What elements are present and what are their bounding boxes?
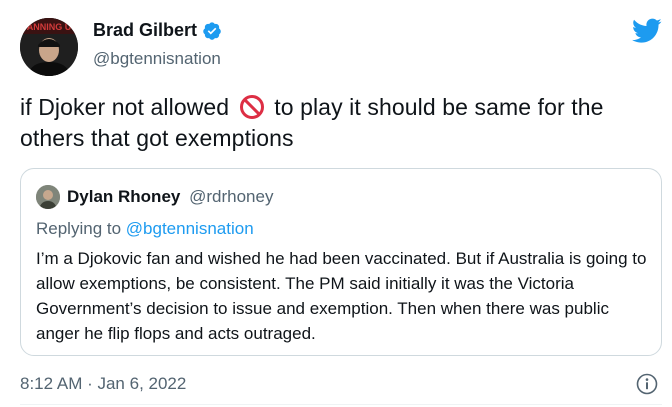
author-handle[interactable]: @bgtennisnation: [93, 49, 221, 69]
quoted-author-avatar: [36, 185, 60, 209]
author-name-row: Brad Gilbert: [93, 20, 222, 41]
tweet-card: ANNING U Brad Gilbert @bgtennisnation if…: [0, 0, 672, 407]
bottom-divider: [20, 404, 662, 405]
tweet-timestamp[interactable]: 8:12 AM · Jan 6, 2022: [20, 374, 186, 394]
verified-badge-icon: [202, 21, 222, 41]
author-name[interactable]: Brad Gilbert: [93, 20, 197, 41]
replying-to-line: Replying to @bgtennisnation: [36, 219, 254, 239]
tweet-text-part-1: if Djoker not allowed: [20, 94, 230, 120]
quoted-name-row: Dylan Rhoney @rdrhoney: [67, 187, 273, 207]
quoted-author-handle[interactable]: @rdrhoney: [189, 187, 273, 206]
tweet-text: if Djoker not allowed to play it should …: [20, 92, 665, 154]
replying-to-label: Replying to: [36, 219, 122, 238]
quoted-tweet[interactable]: Dylan Rhoney @rdrhoney Replying to @bgte…: [20, 168, 662, 356]
no-entry-emoji-icon: [239, 94, 265, 120]
author-avatar[interactable]: ANNING U: [20, 18, 78, 76]
replying-to-link[interactable]: @bgtennisnation: [126, 219, 254, 238]
quoted-author-name[interactable]: Dylan Rhoney: [67, 187, 180, 206]
info-icon[interactable]: [636, 373, 658, 395]
avatar-logo-text: ANNING U: [27, 22, 72, 32]
quoted-tweet-text: I’m a Djokovic fan and wished he had bee…: [36, 249, 647, 343]
avatar-image: ANNING U: [20, 18, 78, 76]
twitter-bird-icon[interactable]: [631, 18, 662, 44]
